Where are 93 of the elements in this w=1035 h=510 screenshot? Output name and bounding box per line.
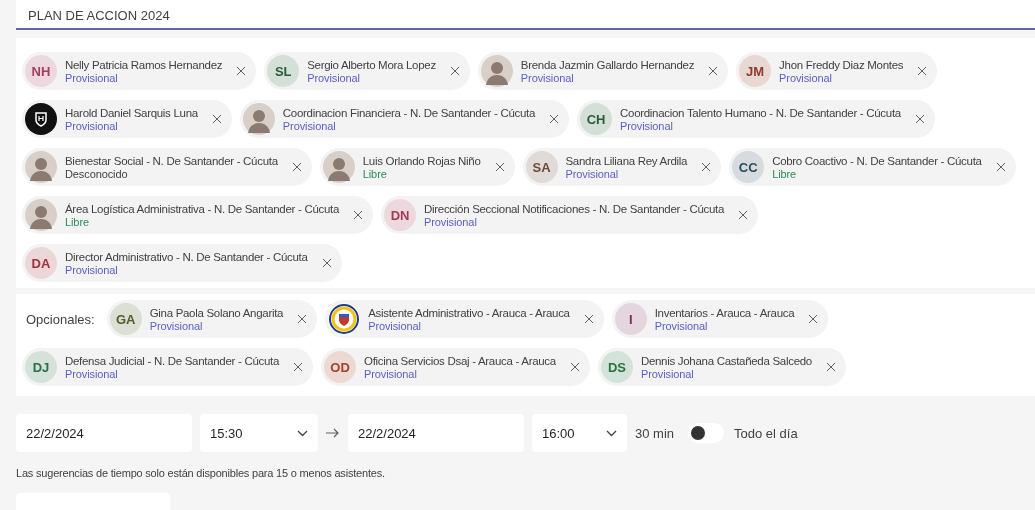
attendee-name: Director Administrativo - N. De Santander - Cúcuta <box>65 250 308 263</box>
avatar-initials: CH <box>586 111 606 127</box>
avatar-initials: GA <box>115 311 136 327</box>
attendee-status: Provisional <box>65 367 118 380</box>
attendee-chip[interactable]: JM Jhon Freddy Diaz Montes Provisional <box>736 52 938 90</box>
attendee-status: Provisional <box>368 319 421 332</box>
duration-text: 30 min <box>635 425 675 441</box>
chevron-down-icon <box>606 429 617 437</box>
attendee-chip[interactable]: GA Gina Paola Solano Angarita Provisional <box>106 300 318 338</box>
attendee-status: Provisional <box>65 119 118 132</box>
attendee-status: Provisional <box>779 71 832 84</box>
arrow-right-icon <box>326 428 340 438</box>
attendee-name: Brenda Jazmin Gallardo Hernandez <box>520 58 695 71</box>
attendee-name: Defensa Judicial - N. De Santander - Cúcuta <box>65 354 280 367</box>
attendee-name: Jhon Freddy Diaz Montes <box>779 58 904 71</box>
avatar-initials: DN <box>390 207 410 223</box>
attendee-chip[interactable]: SA Sandra Liliana Rey Ardila Provisional <box>522 148 722 186</box>
attendee-chip[interactable]: Harold Daniel Sarquis Luna Provisional <box>22 100 232 138</box>
attendee-name: Bienestar Social - N. De Santander - Cúcuta <box>65 154 278 167</box>
attendee-name: Coordinacion Talento Humano - N. De Santander - Cúcuta <box>620 106 901 119</box>
attendee-name: Dennis Johana Castañeda Salcedo <box>640 354 812 367</box>
avatar-initials: NH <box>31 63 51 79</box>
attendee-name: Sandra Liliana Rey Ardila <box>565 154 688 167</box>
attendee-name: Harold Daniel Sarquis Luna <box>65 106 198 119</box>
attendee-chip[interactable]: Brenda Jazmin Gallardo Hernandez Provisional <box>477 52 729 90</box>
avatar-silhouette-icon <box>322 151 355 183</box>
attendee-status: Libre <box>65 215 89 228</box>
avatar-silhouette-icon <box>25 199 57 231</box>
attendee-status: Provisional <box>424 215 477 228</box>
start-date-field[interactable]: 22/2/2024 <box>16 414 192 452</box>
attendee-chip[interactable]: SL Sergio Alberto Mora Lopez Provisional <box>264 52 470 90</box>
avatar-initials: I <box>628 311 633 327</box>
attendee-status: Provisional <box>620 119 673 132</box>
avatar-silhouette-icon <box>25 151 57 183</box>
attendee-status: Provisional <box>65 71 118 84</box>
avatar-silhouette-icon <box>242 103 275 135</box>
attendee-status: Provisional <box>282 119 336 132</box>
attendee-status: Provisional <box>654 319 708 332</box>
avatar-initials: SA <box>532 159 551 175</box>
attendee-status: Provisional <box>520 71 574 84</box>
emblem-icon <box>328 303 361 335</box>
attendee-chip[interactable]: Asistente Administrativo - Arauca - Arauca Provisional <box>325 300 604 338</box>
attendee-status: Provisional <box>640 367 694 380</box>
attendee-status: Libre <box>772 167 797 180</box>
attendee-chip[interactable]: I Inventarios - Arauca - Arauca Provisional <box>611 300 829 338</box>
attendee-chip[interactable]: CH Coordinacion Talento Humano - N. De Santander - Cúcuta Provisional <box>577 100 935 138</box>
attendee-name: Luis Orlando Rojas Niño <box>362 154 481 167</box>
attendee-chip[interactable]: CC Cobro Coactivo - N. De Santander - Cúcuta Libre <box>729 148 1016 186</box>
avatar-initials: DJ <box>32 359 50 375</box>
attendee-status: Provisional <box>149 319 203 332</box>
attendee-name: Área Logística Administrativa - N. De Santander - Cúcuta <box>65 202 340 215</box>
attendee-chip[interactable]: DS Dennis Johana Castañeda Salcedo Provisional <box>597 348 846 386</box>
attendee-name: Oficina Servicios Dsaj - Arauca - Arauca <box>364 354 556 367</box>
chevron-down-icon <box>297 429 308 437</box>
attendee-name: Cobro Coactivo - N. De Santander - Cúcuta <box>772 154 982 167</box>
attendee-status: Provisional <box>565 167 619 180</box>
avatar-initials: DA <box>31 255 51 271</box>
attendee-chip[interactable]: Área Logística Administrativa - N. De Santander - Cúcuta Libre <box>22 196 374 234</box>
attendee-status: Provisional <box>364 367 417 380</box>
avatar-initials: DS <box>607 359 626 375</box>
attendee-chip[interactable]: OD Oficina Servicios Dsaj - Arauca - Arauca Provisional <box>321 348 590 386</box>
attendee-name: Inventarios - Arauca - Arauca <box>654 306 795 319</box>
attendee-status: Libre <box>362 167 387 180</box>
attendee-chip[interactable]: Bienestar Social - N. De Santander - Cúcuta Desconocido <box>22 148 312 186</box>
avatar-initials: SL <box>274 63 292 79</box>
attendee-status: Desconocido <box>65 167 128 180</box>
attendee-name: Dirección Seccional Notificaciones - N. De Santander - Cúcuta <box>424 202 725 215</box>
attendee-name: Sergio Alberto Mora Lopez <box>307 58 436 71</box>
attendee-chip[interactable]: Coordinacion Financiera - N. De Santander - Cúcuta Provisional <box>239 100 570 138</box>
all-day-toggle[interactable] <box>688 423 725 443</box>
optional-label: Opcionales: <box>26 311 95 327</box>
logo-icon <box>25 103 57 135</box>
avatar-initials: JM <box>746 63 765 79</box>
end-date-field[interactable]: 22/2/2024 <box>348 414 524 452</box>
title-field[interactable]: PLAN DE ACCION 2024 <box>16 0 1035 30</box>
start-time-dropdown[interactable]: 15:30 <box>200 414 318 452</box>
hint-text: Las sugerencias de tiempo solo están disponibles para 15 o menos asistentes. <box>16 467 386 479</box>
all-day-label: Todo el día <box>734 425 798 441</box>
attendee-chip[interactable]: NH Nelly Patricia Ramos Hernandez Provisional <box>22 52 257 90</box>
attendee-status: Provisional <box>307 71 360 84</box>
attendee-chip[interactable]: Luis Orlando Rojas Niño Libre <box>319 148 515 186</box>
attendee-name: Asistente Administrativo - Arauca - Arauca <box>368 306 570 319</box>
attendee-name: Gina Paola Solano Angarita <box>149 306 284 319</box>
avatar-initials: CC <box>738 159 758 175</box>
attendee-name: Coordinacion Financiera - N. De Santander - Cúcuta <box>282 106 536 119</box>
attendee-status: Provisional <box>65 263 118 276</box>
attendee-chip[interactable]: DN Dirección Seccional Notificaciones - N. De Santander - Cúcuta Provisional <box>381 196 759 234</box>
avatar-initials: OD <box>330 359 350 375</box>
end-time-dropdown[interactable]: 16:00 <box>532 414 627 452</box>
attendee-chip[interactable]: DJ Defensa Judicial - N. De Santander - Cúcuta Provisional <box>22 348 314 386</box>
attendee-chip[interactable]: DA Director Administrativo - N. De Santander - Cúcuta Provisional <box>22 244 342 282</box>
avatar-silhouette-icon <box>480 55 513 87</box>
attendee-name: Nelly Patricia Ramos Hernandez <box>65 58 223 71</box>
